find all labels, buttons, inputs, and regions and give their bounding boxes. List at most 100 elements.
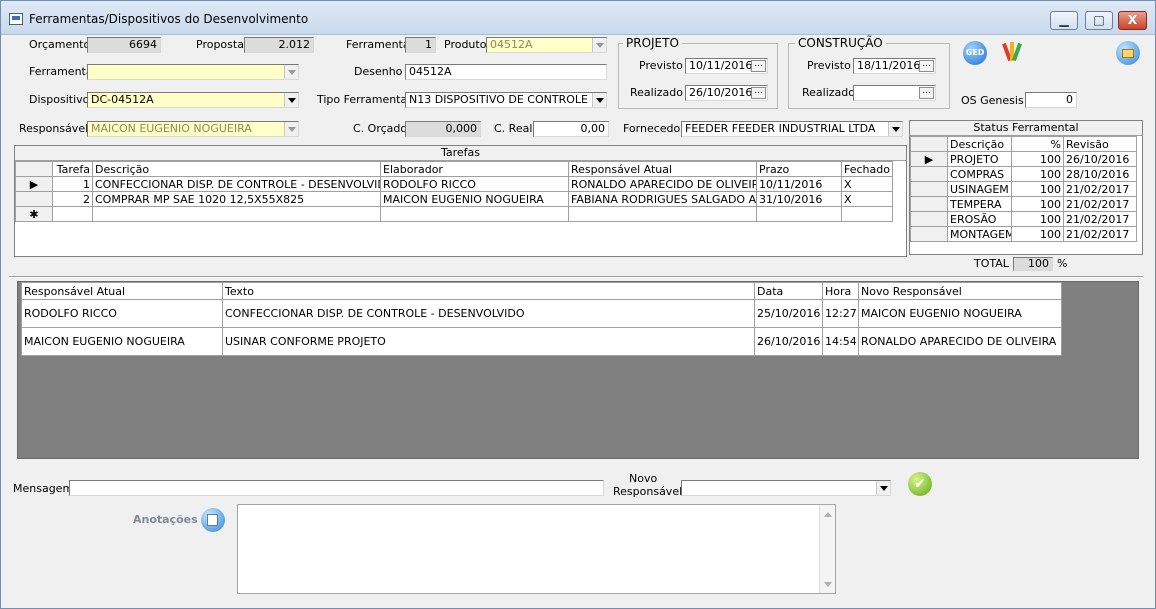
cell-desc[interactable]: USINAGEM (947, 181, 1012, 197)
col-data-header[interactable]: Data (754, 282, 823, 300)
mensagem-input[interactable] (69, 480, 604, 496)
c-orcado-field[interactable]: 0,000 (405, 121, 481, 137)
chevron-down-icon[interactable] (592, 93, 606, 107)
cell-pct[interactable]: 100 (1011, 181, 1064, 197)
cell-pct[interactable]: 100 (1011, 166, 1064, 182)
cell-responsavel[interactable]: RONALDO APARECIDO DE OLIVEIRA (568, 176, 757, 192)
table-row[interactable]: RODOLFO RICCO CONFECCIONAR DISP. DE CONT… (21, 299, 1062, 328)
cell-empty[interactable] (92, 206, 381, 222)
edit-notes-icon[interactable] (201, 508, 225, 532)
table-row[interactable]: MAICON EUGENIO NOGUEIRA USINAR CONFORME … (21, 327, 1062, 356)
cell-empty[interactable] (52, 206, 93, 222)
fornecedor-combo[interactable]: FEEDER FEEDER INDUSTRIAL LTDA (681, 121, 903, 137)
cell-resp[interactable]: MAICON EUGENIO NOGUEIRA (21, 327, 223, 356)
date-picker-button[interactable]: ... (919, 60, 934, 72)
row-selector[interactable] (910, 166, 948, 182)
table-row[interactable]: ▶ 1 CONFECCIONAR DISP. DE CONTROLE - DES… (15, 176, 893, 192)
cell-rev[interactable]: 21/02/2017 (1063, 226, 1137, 242)
cell-prazo[interactable]: 31/10/2016 (756, 191, 842, 207)
new-row-icon[interactable]: ✱ (15, 206, 53, 222)
col-resp-atual-header[interactable]: Responsável Atual (21, 282, 223, 300)
maximize-button[interactable]: □ (1085, 11, 1113, 30)
col-texto-header[interactable]: Texto (222, 282, 755, 300)
cell-desc[interactable]: COMPRAS (947, 166, 1012, 182)
chevron-down-icon[interactable] (888, 122, 902, 136)
scroll-down-icon[interactable] (824, 582, 832, 587)
cell-data[interactable]: 26/10/2016 (754, 327, 823, 356)
cell-empty[interactable] (568, 206, 757, 222)
c-real-field[interactable]: 0,00 (533, 121, 609, 137)
col-elaborador-header[interactable]: Elaborador (380, 161, 569, 177)
cell-elaborador[interactable]: MAICON EUGENIO NOGUEIRA (380, 191, 569, 207)
cell-rev[interactable]: 26/10/2016 (1063, 151, 1137, 167)
produto-combo[interactable]: 04512A (486, 37, 607, 53)
confirm-check-icon[interactable]: ✔ (908, 472, 932, 496)
cell-pct[interactable]: 100 (1011, 226, 1064, 242)
cell-pct[interactable]: 100 (1011, 151, 1064, 167)
row-selector[interactable] (910, 211, 948, 227)
construcao-previsto-date[interactable]: 18/11/2016... (853, 58, 936, 74)
col-descricao-header[interactable]: Descrição (947, 136, 1012, 152)
chevron-down-icon[interactable] (592, 38, 606, 52)
cell-pct[interactable]: 100 (1011, 196, 1064, 212)
current-row-icon[interactable]: ▶ (15, 176, 53, 192)
row-selector[interactable] (910, 226, 948, 242)
col-hora-header[interactable]: Hora (822, 282, 859, 300)
cell-empty[interactable] (380, 206, 569, 222)
cell-desc[interactable]: PROJETO (947, 151, 1012, 167)
col-responsavel-header[interactable]: Responsável Atual (568, 161, 757, 177)
cell-empty[interactable] (756, 206, 842, 222)
pencils-icon[interactable] (1001, 39, 1023, 65)
chevron-down-icon[interactable] (876, 481, 890, 495)
cell-rev[interactable]: 21/02/2017 (1063, 211, 1137, 227)
col-tarefa-header[interactable]: Tarefa (52, 161, 93, 177)
dispositivo-combo[interactable]: DC-04512A (87, 92, 299, 108)
title-bar[interactable]: Ferramentas/Dispositivos do Desenvolvime… (1, 1, 1155, 35)
date-picker-button[interactable]: ... (919, 87, 934, 99)
table-row[interactable]: EROSÃO 100 21/02/2017 (910, 211, 1137, 227)
cell-rev[interactable]: 21/02/2017 (1063, 181, 1137, 197)
cell-hora[interactable]: 12:27 (822, 299, 859, 328)
projeto-previsto-date[interactable]: 10/11/2016... (685, 58, 768, 74)
date-picker-button[interactable]: ... (751, 87, 766, 99)
cell-resp[interactable]: RODOLFO RICCO (21, 299, 223, 328)
col-pct-header[interactable]: % (1011, 136, 1064, 152)
cell-descricao[interactable]: CONFECCIONAR DISP. DE CONTROLE - DESENVO… (92, 176, 381, 192)
cell-desc[interactable]: EROSÃO (947, 211, 1012, 227)
novo-responsavel-combo[interactable] (681, 480, 891, 496)
row-selector[interactable] (910, 196, 948, 212)
row-selector[interactable] (910, 181, 948, 197)
cell-novo[interactable]: RONALDO APARECIDO DE OLIVEIRA (858, 327, 1062, 356)
table-row[interactable]: 2 COMPRAR MP SAE 1020 12,5X55X825 MAICON… (15, 191, 893, 207)
table-row[interactable]: USINAGEM 100 21/02/2017 (910, 181, 1137, 197)
date-picker-button[interactable]: ... (751, 60, 766, 72)
scrollbar[interactable] (819, 505, 835, 593)
scroll-up-icon[interactable] (824, 512, 832, 517)
new-row[interactable]: ✱ (15, 206, 893, 222)
proposta-field[interactable]: 2.012 (244, 37, 314, 53)
cell-responsavel[interactable]: FABIANA RODRIGUES SALGADO ANDRADE (568, 191, 757, 207)
cell-tarefa[interactable]: 1 (52, 176, 93, 192)
mail-icon[interactable] (1116, 41, 1140, 65)
cell-descricao[interactable]: COMPRAR MP SAE 1020 12,5X55X825 (92, 191, 381, 207)
desenho-field[interactable]: 04512A (405, 64, 607, 80)
col-prazo-header[interactable]: Prazo (756, 161, 842, 177)
chevron-down-icon[interactable] (284, 122, 298, 136)
col-descricao-header[interactable]: Descrição (92, 161, 381, 177)
chevron-down-icon[interactable] (284, 65, 298, 79)
ged-button[interactable]: GED (963, 41, 987, 65)
cell-prazo[interactable]: 10/11/2016 (756, 176, 842, 192)
minimize-button[interactable]: ▁ (1050, 11, 1078, 30)
cell-rev[interactable]: 21/02/2017 (1063, 196, 1137, 212)
col-fechado-header[interactable]: Fechado (841, 161, 893, 177)
anotacoes-textarea[interactable] (237, 504, 836, 594)
table-row[interactable]: MONTAGEM 100 21/02/2017 (910, 226, 1137, 242)
col-novo-resp-header[interactable]: Novo Responsável (858, 282, 1062, 300)
cell-texto[interactable]: USINAR CONFORME PROJETO (222, 327, 755, 356)
cell-desc[interactable]: MONTAGEM (947, 226, 1012, 242)
orcamento-field[interactable]: 6694 (87, 37, 161, 53)
cell-elaborador[interactable]: RODOLFO RICCO (380, 176, 569, 192)
table-row[interactable]: TEMPERA 100 21/02/2017 (910, 196, 1137, 212)
ferramenta-combo[interactable] (87, 64, 299, 80)
responsavel-combo[interactable]: MAICON EUGENIO NOGUEIRA (87, 121, 299, 137)
